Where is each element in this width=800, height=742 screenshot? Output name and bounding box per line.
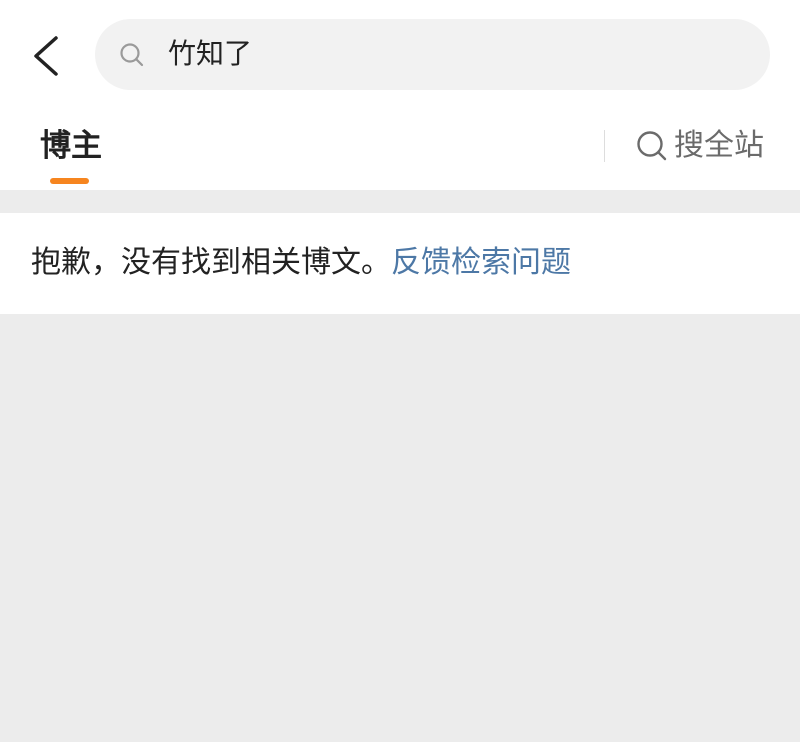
feedback-link[interactable]: 反馈检索问题 — [391, 245, 571, 280]
divider — [604, 130, 605, 162]
empty-result-card: 抱歉，没有找到相关博文。反馈检索问题 — [0, 213, 800, 314]
back-button[interactable] — [22, 26, 70, 86]
search-all-button[interactable]: 搜全站 — [636, 124, 764, 168]
search-icon — [120, 43, 144, 67]
page: 博主 搜全站 抱歉，没有找到相关博文。反馈检索问题 — [0, 0, 800, 742]
search-input[interactable] — [168, 32, 728, 76]
tab-active-indicator — [50, 178, 89, 184]
chevron-left-icon — [34, 36, 58, 76]
search-icon — [637, 131, 667, 161]
tab-blogger[interactable]: 博主 — [40, 124, 102, 168]
search-all-label: 搜全站 — [674, 128, 764, 163]
no-results-text: 抱歉，没有找到相关博文。 — [31, 245, 391, 280]
header: 博主 搜全站 — [0, 0, 800, 190]
search-box[interactable] — [95, 19, 770, 90]
empty-result-message: 抱歉，没有找到相关博文。反馈检索问题 — [31, 241, 571, 285]
